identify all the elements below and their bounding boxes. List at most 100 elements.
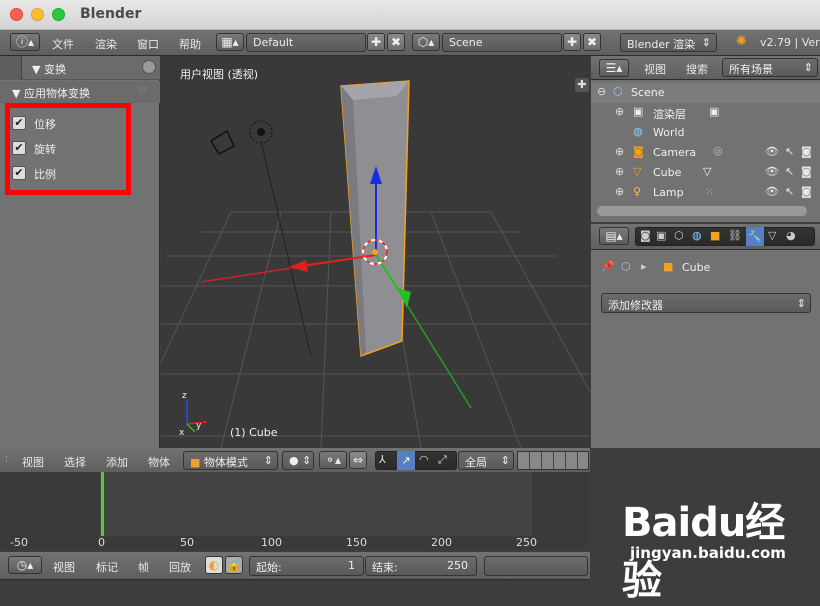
- constraints-tab-icon[interactable]: ⛓: [728, 229, 742, 242]
- solid-shading-icon: ● ⇕: [289, 454, 312, 467]
- version-label: v2.79 | Ver: [760, 36, 820, 49]
- manipulator-group: ⅄ ↗ ◠ ⤢: [375, 451, 457, 470]
- view3d-menu-object[interactable]: 物体: [148, 454, 170, 470]
- outliner-row-lamp[interactable]: ⊕ ♀ Lamp ⁙: [591, 183, 756, 203]
- viewport-shading-select[interactable]: ● ⇕: [282, 451, 314, 470]
- material-tab-icon[interactable]: ◕: [786, 229, 796, 242]
- timeline-menu-frame[interactable]: 帧: [138, 559, 149, 575]
- timeline-menu-playback[interactable]: 回放: [169, 559, 191, 575]
- render-tab-icon[interactable]: ◙: [640, 229, 651, 242]
- preview-range-icon[interactable]: ◐: [205, 556, 223, 574]
- close-window-button[interactable]: [10, 8, 23, 21]
- view3d-menu-select[interactable]: 选择: [64, 454, 86, 470]
- outliner-row-render-layer[interactable]: ⊕ ▣ 渲染层 ▣: [591, 103, 756, 123]
- outliner-filter-select[interactable]: 所有场景 ⇕: [722, 58, 818, 77]
- visibility-eye-icon[interactable]: 👁: [765, 145, 779, 158]
- translate-manipulator-icon[interactable]: ↗: [397, 451, 415, 470]
- add-modifier-select[interactable]: 添加修改器 ⇕: [601, 293, 811, 313]
- outliner-menu-search[interactable]: 搜索: [686, 61, 708, 77]
- manipulator-toggle-icon[interactable]: ⇔: [349, 451, 367, 469]
- render-camera-icon[interactable]: ◙: [801, 145, 812, 158]
- current-frame-field[interactable]: [484, 556, 588, 576]
- scene-field[interactable]: Scene: [442, 33, 562, 52]
- drag-handle-icon[interactable]: ⁞: [5, 455, 8, 465]
- outliner-row-cube[interactable]: ⊕ ▽ Cube ▽: [591, 163, 756, 183]
- render-camera-icon[interactable]: ◙: [801, 165, 812, 178]
- add-scene-icon[interactable]: ✚: [563, 33, 581, 51]
- expand-icon[interactable]: ⊕: [615, 105, 624, 118]
- current-frame-marker[interactable]: [101, 472, 104, 538]
- timeline-editor-icon[interactable]: ◷▴: [8, 556, 42, 574]
- layers-grid[interactable]: [517, 451, 589, 470]
- outliner-row-scene[interactable]: ⊖ ⬡ Scene: [591, 83, 820, 103]
- expand-icon[interactable]: ⊕: [615, 165, 624, 178]
- render-camera-icon[interactable]: ◙: [801, 185, 812, 198]
- menu-render[interactable]: 渲染: [95, 36, 117, 52]
- screen-layout-icon[interactable]: ▦▴: [216, 33, 244, 51]
- chevron-updown-icon: ⇕: [796, 297, 806, 310]
- breadcrumb-object: Cube: [682, 261, 711, 274]
- menu-window[interactable]: 窗口: [137, 36, 159, 52]
- expand-icon[interactable]: ⊕: [615, 185, 624, 198]
- panel-pin-icon[interactable]: [142, 60, 156, 74]
- properties-editor-icon[interactable]: ▤▴: [599, 227, 629, 245]
- mesh-icon: ▽: [633, 165, 642, 178]
- chevron-updown-icon: ⇕: [500, 454, 510, 467]
- expand-icon[interactable]: ⊕: [615, 145, 624, 158]
- select-arrow-icon[interactable]: ↖: [785, 165, 794, 178]
- panel-transform-header[interactable]: ▼ 变换: [22, 56, 160, 80]
- tick-label: -50: [10, 536, 28, 549]
- outliner-menu-view[interactable]: 视图: [644, 61, 666, 77]
- 3d-viewport[interactable]: 用户视图 (透视) (1) Cube z y x ✚: [161, 56, 590, 448]
- timeline[interactable]: -50 0 50 100 150 200 250: [0, 472, 590, 550]
- view3d-menu-view[interactable]: 视图: [22, 454, 44, 470]
- collapse-icon[interactable]: ⊖: [597, 85, 606, 98]
- orientation-select[interactable]: 全局 ⇕: [458, 451, 514, 470]
- menu-file[interactable]: 文件: [52, 36, 74, 52]
- mode-select[interactable]: ■ 物体模式 ⇕: [183, 451, 278, 470]
- outliner-editor-icon[interactable]: ☰▴: [599, 59, 629, 77]
- scale-manipulator-icon[interactable]: ⤢: [438, 453, 447, 467]
- maximize-window-button[interactable]: [52, 8, 65, 21]
- editor-type-info-icon[interactable]: ⓘ▴: [10, 33, 40, 51]
- delete-layout-icon[interactable]: ✖: [387, 33, 405, 51]
- properties-toggle-icon[interactable]: ✚: [575, 78, 589, 92]
- axes-manipulator-icon[interactable]: ⅄: [379, 453, 386, 466]
- render-layers-tab-icon[interactable]: ▣: [656, 229, 666, 242]
- lock-icon[interactable]: 🔒: [225, 556, 243, 574]
- nav-z-label: z: [182, 391, 187, 401]
- start-frame-field[interactable]: 起始: 1: [249, 556, 364, 576]
- scene-tab-icon[interactable]: ⬡: [674, 229, 684, 242]
- panel-apply-header[interactable]: ▼ 应用物体变换 ⁞⁞⁞: [0, 81, 160, 103]
- layout-field[interactable]: Default: [246, 33, 366, 52]
- timeline-menu-view[interactable]: 视图: [53, 559, 75, 575]
- view3d-menu-add[interactable]: 添加: [106, 454, 128, 470]
- data-tab-icon[interactable]: ▽: [768, 229, 776, 242]
- render-engine-select[interactable]: Blender 渲染 ⇕: [620, 33, 717, 52]
- pin-icon[interactable]: 📌: [601, 260, 615, 273]
- outliner-scrollbar[interactable]: [597, 206, 807, 216]
- end-frame-field[interactable]: 结束: 250: [365, 556, 477, 576]
- select-arrow-icon[interactable]: ↖: [785, 145, 794, 158]
- scene-icon[interactable]: ⬡▴: [412, 33, 440, 51]
- tool-tabs[interactable]: [0, 56, 22, 80]
- outliner-row-world[interactable]: ◍ World: [591, 123, 756, 143]
- timeline-menu-marker[interactable]: 标记: [96, 559, 118, 575]
- drag-handle-icon[interactable]: ⁞⁞⁞: [138, 85, 147, 95]
- add-layout-icon[interactable]: ✚: [367, 33, 385, 51]
- timeline-ruler[interactable]: -50 0 50 100 150 200 250: [0, 536, 590, 550]
- world-tab-icon[interactable]: ◍: [692, 229, 702, 242]
- select-arrow-icon[interactable]: ↖: [785, 185, 794, 198]
- render-layer-icon: ▣: [633, 105, 644, 118]
- outliner-row-camera[interactable]: ⊕ ◙ Camera ◎: [591, 143, 756, 163]
- rotate-manipulator-icon[interactable]: ◠: [419, 453, 429, 466]
- camera-object[interactable]: [209, 129, 235, 155]
- delete-scene-icon[interactable]: ✖: [583, 33, 601, 51]
- pivot-point-icon[interactable]: ⚬▴: [319, 451, 347, 469]
- menu-help[interactable]: 帮助: [179, 36, 201, 52]
- modifiers-tab-icon[interactable]: 🔧: [746, 227, 764, 246]
- visibility-eye-icon[interactable]: 👁: [765, 165, 779, 178]
- visibility-eye-icon[interactable]: 👁: [765, 185, 779, 198]
- object-tab-icon[interactable]: ■: [710, 229, 720, 242]
- minimize-window-button[interactable]: [31, 8, 44, 21]
